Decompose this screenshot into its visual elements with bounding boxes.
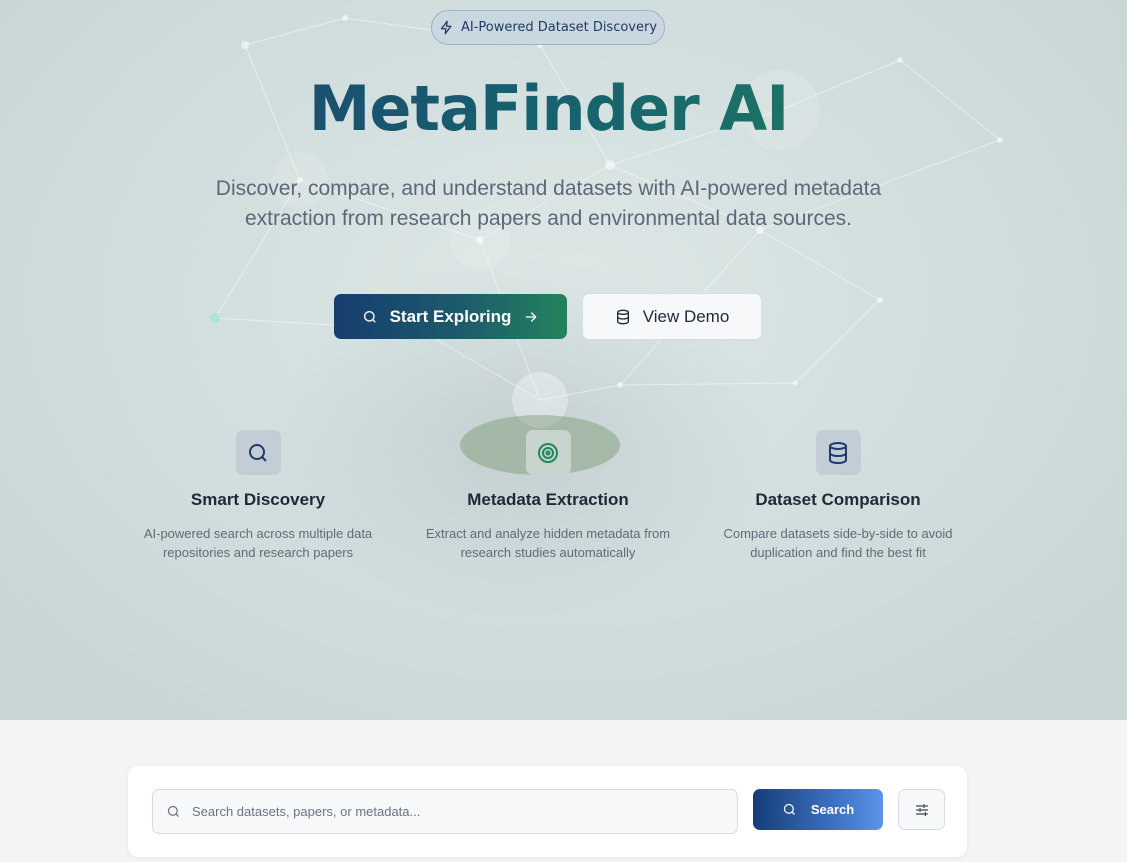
feature-description-line: repositories and research papers xyxy=(162,545,354,560)
database-icon xyxy=(616,309,629,324)
feature-dataset-comparison: Dataset Comparison Compare datasets side… xyxy=(688,430,988,562)
badge-label: AI-Powered Dataset Discovery xyxy=(460,20,658,35)
search-field[interactable] xyxy=(152,789,738,834)
filter-button[interactable] xyxy=(898,789,945,830)
database-icon xyxy=(829,441,847,464)
search-input[interactable] xyxy=(192,804,732,819)
start-exploring-button[interactable]: Start Exploring xyxy=(334,294,567,339)
arrow-right-icon xyxy=(526,311,538,322)
start-exploring-label: Start Exploring xyxy=(389,306,512,326)
feature-description: Compare datasets side-by-side to avoid d… xyxy=(688,524,988,562)
feature-description-line: Extract and analyze hidden metadata from xyxy=(425,526,671,541)
feature-smart-discovery: Smart Discovery AI-powered search across… xyxy=(108,430,408,562)
feature-title: Dataset Comparison xyxy=(755,490,921,509)
subtitle-line: extraction from research papers and envi… xyxy=(245,207,852,230)
page-title: MetaFinder AI xyxy=(0,72,1097,145)
feature-title: Smart Discovery xyxy=(190,490,326,509)
subtitle-line: Discover, compare, and understand datase… xyxy=(215,177,882,200)
ai-badge: AI-Powered Dataset Discovery xyxy=(431,10,665,45)
search-icon xyxy=(783,803,795,815)
search-card: Search xyxy=(128,766,967,857)
hero-subtitle: Discover, compare, and understand datase… xyxy=(180,174,917,234)
search-button-label: Search xyxy=(810,802,855,817)
search-icon xyxy=(363,310,376,323)
search-button[interactable]: Search xyxy=(753,789,883,830)
hero-section: AI-Powered Dataset Discovery MetaFinder … xyxy=(0,0,1127,720)
feature-title: Metadata Extraction xyxy=(467,490,629,509)
feature-description-line: research studies automatically xyxy=(460,545,636,560)
feature-description-line: duplication and find the best fit xyxy=(750,545,926,560)
feature-icon-box xyxy=(815,430,861,475)
feature-description-line: AI-powered search across multiple data xyxy=(143,526,373,541)
search-icon xyxy=(167,805,179,817)
view-demo-label: View Demo xyxy=(642,306,730,326)
view-demo-button[interactable]: View Demo xyxy=(582,293,762,340)
sliders-icon xyxy=(915,803,928,816)
search-icon xyxy=(249,443,267,462)
feature-metadata-extraction: Metadata Extraction Extract and analyze … xyxy=(398,430,698,562)
feature-icon-box xyxy=(235,430,281,475)
feature-description-line: Compare datasets side-by-side to avoid xyxy=(723,526,953,541)
feature-description: AI-powered search across multiple data r… xyxy=(108,524,408,562)
feature-description: Extract and analyze hidden metadata from… xyxy=(398,524,698,562)
lightning-icon xyxy=(440,20,452,35)
target-icon xyxy=(538,442,558,463)
feature-icon-box xyxy=(525,430,571,475)
